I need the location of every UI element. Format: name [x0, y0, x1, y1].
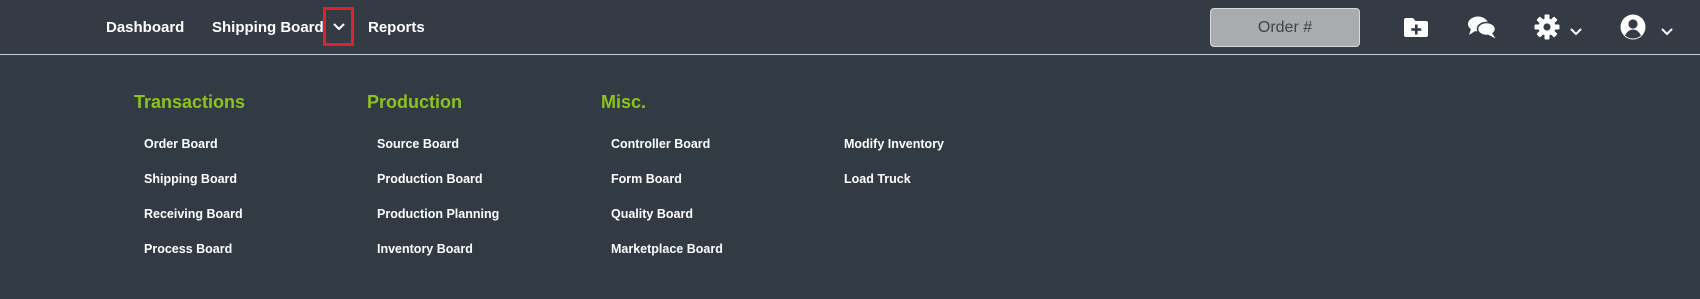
menu-heading-misc: Misc.: [601, 92, 647, 112]
production-list: Source Board Production Board Production…: [377, 136, 499, 276]
menu-item-production-planning[interactable]: Production Planning: [377, 206, 499, 241]
transactions-list: Order Board Shipping Board Receiving Boa…: [144, 136, 243, 276]
top-navbar: Dashboard Shipping Board Reports: [0, 0, 1700, 55]
menu-item-form-board[interactable]: Form Board: [611, 171, 723, 206]
settings-menu-button[interactable]: [1534, 14, 1582, 45]
folder-plus-icon: [1404, 18, 1428, 37]
nav-shipping-board[interactable]: Shipping Board: [212, 19, 324, 36]
chevron-down-icon: [1661, 28, 1673, 35]
menu-item-process-board[interactable]: Process Board: [144, 241, 243, 276]
menu-heading-production: Production: [367, 92, 462, 112]
menu-column-transactions: Transactions Order Board Shipping Board …: [134, 90, 246, 256]
order-number-input[interactable]: [1210, 8, 1360, 47]
user-menu-button[interactable]: [1620, 14, 1673, 45]
nav-reports[interactable]: Reports: [368, 19, 425, 36]
menu-item-controller-board[interactable]: Controller Board: [611, 136, 723, 171]
menu-column-misc: Misc. Controller Board Form Board Qualit…: [601, 90, 723, 256]
chevron-down-icon: [333, 23, 344, 30]
menu-item-quality-board[interactable]: Quality Board: [611, 206, 723, 241]
comments-icon: [1468, 16, 1497, 39]
nav-dashboard[interactable]: Dashboard: [106, 19, 184, 36]
gear-icon: [1534, 14, 1560, 40]
menu-heading-transactions: Transactions: [134, 92, 246, 112]
menu-item-inventory-board[interactable]: Inventory Board: [377, 241, 499, 276]
menu-item-marketplace-board[interactable]: Marketplace Board: [611, 241, 723, 276]
misc-list: Controller Board Form Board Quality Boar…: [611, 136, 723, 276]
menu-item-receiving-board[interactable]: Receiving Board: [144, 206, 243, 241]
messages-button[interactable]: [1467, 15, 1497, 45]
misc-extra-list: Modify Inventory Load Truck: [844, 136, 944, 206]
menu-item-load-truck[interactable]: Load Truck: [844, 171, 944, 206]
add-folder-button[interactable]: [1403, 17, 1429, 43]
menu-item-shipping-board[interactable]: Shipping Board: [144, 171, 243, 206]
user-circle-icon: [1620, 14, 1646, 40]
menu-column-production: Production Source Board Production Board…: [367, 90, 499, 256]
menu-item-order-board[interactable]: Order Board: [144, 136, 243, 171]
chevron-down-icon: [1570, 28, 1582, 35]
shipping-board-dropdown-toggle[interactable]: [323, 7, 354, 46]
menu-item-source-board[interactable]: Source Board: [377, 136, 499, 171]
menu-item-production-board[interactable]: Production Board: [377, 171, 499, 206]
menu-item-modify-inventory[interactable]: Modify Inventory: [844, 136, 944, 171]
